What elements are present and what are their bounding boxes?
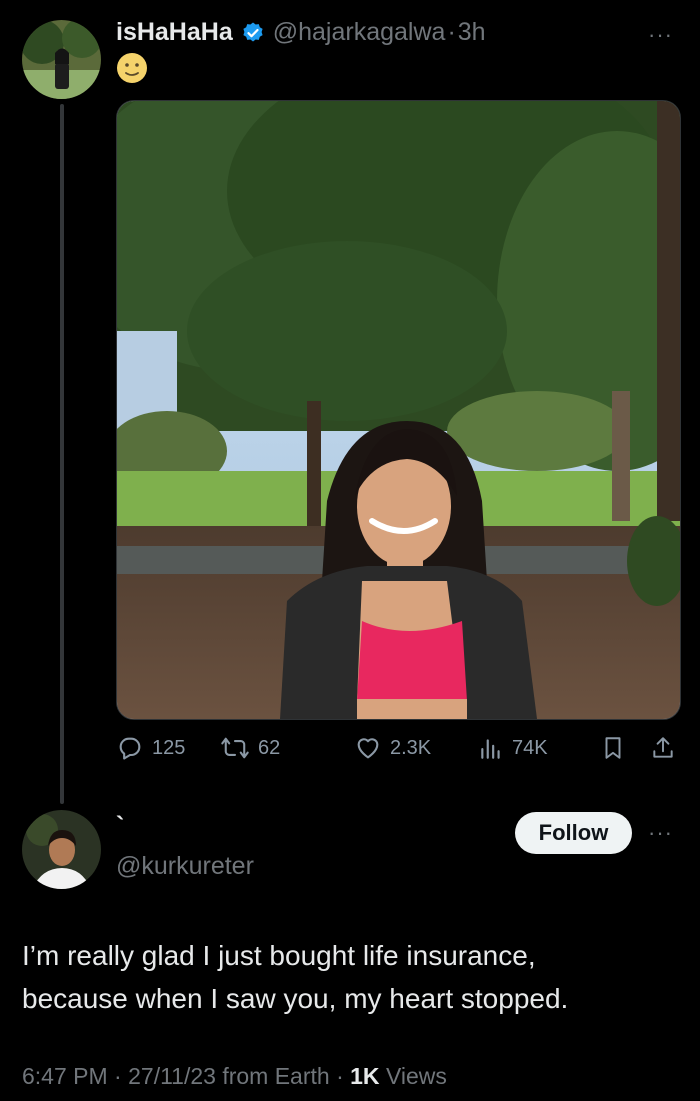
reply-meta-separator: · bbox=[336, 1063, 344, 1089]
reply-views-label: Views bbox=[385, 1063, 447, 1089]
retweet-icon bbox=[220, 734, 250, 762]
author-avatar[interactable] bbox=[22, 20, 101, 99]
tweet-action-bar: 125 62 2.3K 74K bbox=[116, 733, 679, 763]
reply-author-avatar[interactable] bbox=[22, 810, 101, 889]
heart-icon bbox=[354, 734, 382, 762]
reply-more-icon[interactable]: ··· bbox=[648, 820, 673, 846]
verified-badge-icon bbox=[241, 21, 265, 45]
retweet-action[interactable]: 62 bbox=[220, 734, 354, 762]
follow-button[interactable]: Follow bbox=[515, 812, 632, 854]
reply-icon bbox=[116, 734, 144, 762]
views-action[interactable]: 74K bbox=[478, 735, 600, 761]
share-icon bbox=[650, 734, 676, 762]
reply-meta-date[interactable]: 27/11/23 from Earth bbox=[128, 1063, 330, 1089]
author-name[interactable]: isHaHaHa bbox=[116, 18, 233, 47]
reply-meta-time[interactable]: 6:47 PM bbox=[22, 1063, 108, 1089]
reply-text: I’m really glad I just bought life insur… bbox=[22, 934, 672, 1020]
retweet-count: 62 bbox=[258, 736, 281, 759]
reply-author-name[interactable]: ` bbox=[116, 812, 124, 841]
reply-action[interactable]: 125 bbox=[116, 734, 220, 762]
tweet-more-icon[interactable]: ··· bbox=[648, 22, 673, 48]
thread-line bbox=[60, 104, 64, 804]
tweet-media-photo[interactable] bbox=[116, 100, 681, 720]
like-action[interactable]: 2.3K bbox=[354, 734, 478, 762]
header-separator: · bbox=[447, 18, 456, 46]
reply-count: 125 bbox=[152, 736, 186, 759]
share-action[interactable] bbox=[650, 734, 676, 762]
views-chart-icon bbox=[478, 735, 504, 761]
tweet-time[interactable]: 3h bbox=[458, 18, 486, 47]
author-handle[interactable]: @hajarkagalwa bbox=[273, 18, 446, 47]
reply-views-count[interactable]: 1K bbox=[350, 1063, 379, 1089]
like-count: 2.3K bbox=[390, 736, 432, 759]
bookmark-action[interactable] bbox=[600, 734, 650, 762]
views-count: 74K bbox=[512, 736, 548, 759]
reply-meta: 6:47 PM · 27/11/23 from Earth · 1K Views bbox=[22, 1063, 447, 1090]
reply-text-line1: I’m really glad I just bought life insur… bbox=[22, 940, 536, 971]
reply-author-handle[interactable]: @kurkureter bbox=[116, 852, 254, 881]
bookmark-icon bbox=[600, 734, 626, 762]
tweet-header: isHaHaHa @hajarkagalwa · 3h bbox=[116, 18, 486, 47]
reply-meta-separator: · bbox=[114, 1063, 122, 1089]
reply-text-line2: because when I saw you, my heart stopped… bbox=[22, 983, 569, 1014]
tweet-body-emoji: 🙂 bbox=[116, 52, 148, 84]
